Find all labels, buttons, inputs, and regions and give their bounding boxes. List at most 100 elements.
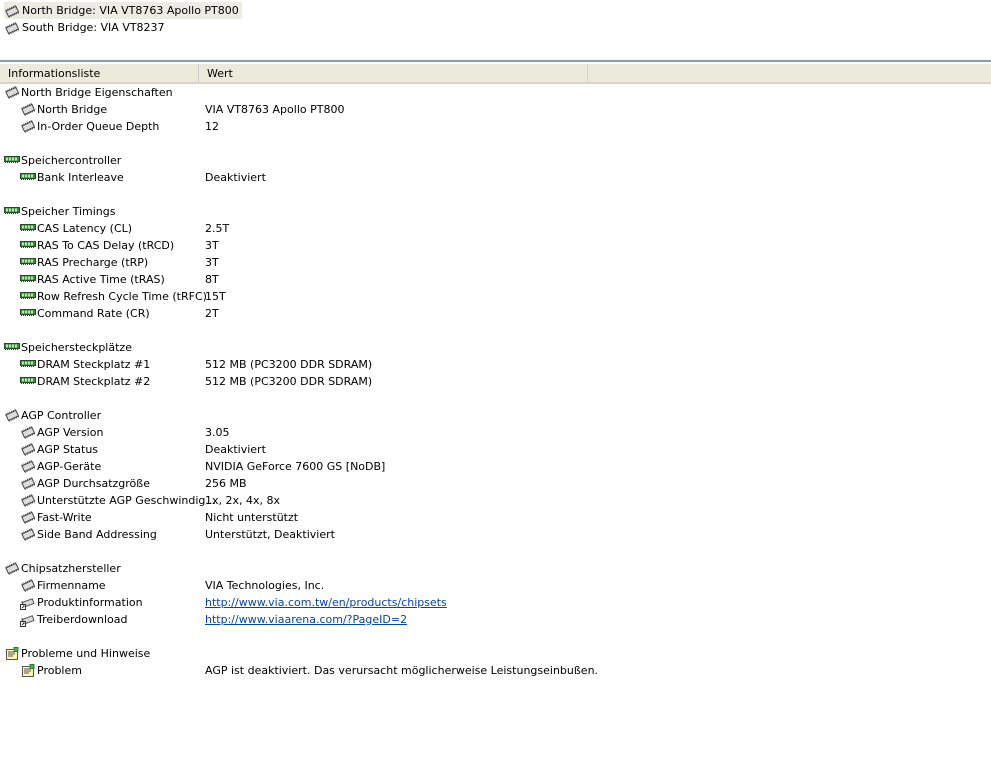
chip-icon <box>20 460 36 473</box>
list-item[interactable]: DRAM Steckplatz #2 512 MB (PC3200 DDR SDR… <box>0 373 991 390</box>
field-label: AGP-Geräte <box>37 460 102 473</box>
list-item[interactable]: Treiberdownload http://www.viaarena.com/?… <box>0 611 991 628</box>
pane-splitter[interactable] <box>0 60 991 62</box>
list-item[interactable]: Produktinformation http://www.via.com.tw/… <box>0 594 991 611</box>
list-item[interactable]: Command Rate (CR) 2T <box>0 305 991 322</box>
link-chip-icon <box>20 613 36 627</box>
chip-icon <box>4 86 20 99</box>
list-item[interactable]: RAS Active Time (tRAS) 8T <box>0 271 991 288</box>
list-item[interactable]: AGP Status Deaktiviert <box>0 441 991 458</box>
list-item[interactable]: CAS Latency (CL) 2.5T <box>0 220 991 237</box>
note-icon <box>20 664 36 678</box>
url-link[interactable]: http://www.viaarena.com/?PageID=2 <box>205 611 407 628</box>
tree-item[interactable]: South Bridge: VIA VT8237 <box>4 19 168 36</box>
url-link[interactable]: http://www.via.com.tw/en/products/chipse… <box>205 594 447 611</box>
tree-item-label: South Bridge: VIA VT8237 <box>22 21 165 34</box>
group-row[interactable]: Speichersteckplätze <box>0 339 991 356</box>
column-header-empty <box>588 64 991 82</box>
group-row[interactable]: Probleme und Hinweise <box>0 645 991 662</box>
field-value: 3.05 <box>205 426 230 439</box>
list-item[interactable]: RAS To CAS Delay (tRCD) 3T <box>0 237 991 254</box>
field-label: Unterstützte AGP Geschwindig... <box>37 494 216 507</box>
field-label: RAS Active Time (tRAS) <box>37 273 165 286</box>
field-value: 512 MB (PC3200 DDR SDRAM) <box>205 375 373 388</box>
group-row[interactable]: Speicher Timings <box>0 203 991 220</box>
field-label: North Bridge <box>37 103 108 116</box>
field-label: RAS To CAS Delay (tRCD) <box>37 239 175 252</box>
field-value: 8T <box>205 273 219 286</box>
field-label: CAS Latency (CL) <box>37 222 133 235</box>
field-value: Deaktiviert <box>205 443 266 456</box>
field-value: Unterstützt, Deaktiviert <box>205 528 335 541</box>
list-item[interactable]: In-Order Queue Depth 12 <box>0 118 991 135</box>
chip-icon <box>20 120 36 133</box>
field-label: AGP Version <box>37 426 104 439</box>
field-label: Bank Interleave <box>37 171 124 184</box>
list-item[interactable]: Bank Interleave Deaktiviert <box>0 169 991 186</box>
tree-item-label: North Bridge: VIA VT8763 Apollo PT800 <box>22 4 239 17</box>
field-label: Side Band Addressing <box>37 528 157 541</box>
field-value: Nicht unterstützt <box>205 511 299 524</box>
chip-icon <box>20 426 36 439</box>
chip-icon <box>4 21 20 35</box>
field-value: 12 <box>205 120 219 133</box>
ram-icon <box>4 205 20 215</box>
field-label: Command Rate (CR) <box>37 307 150 320</box>
chip-icon <box>20 103 36 116</box>
field-label: Row Refresh Cycle Time (tRFC) <box>37 290 207 303</box>
chip-icon <box>20 494 36 507</box>
tree-item[interactable]: North Bridge: VIA VT8763 Apollo PT800 <box>4 2 242 19</box>
chip-icon <box>20 443 36 456</box>
group-row[interactable]: North Bridge Eigenschaften <box>0 84 991 101</box>
chip-icon <box>4 4 20 18</box>
field-label: Produktinformation <box>37 596 143 609</box>
list-item[interactable]: Side Band Addressing Unterstützt, Deaktiv… <box>0 526 991 543</box>
group-row[interactable]: Speichercontroller <box>0 152 991 169</box>
list-item[interactable]: AGP-Geräte NVIDIA GeForce 7600 GS [NoDB] <box>0 458 991 475</box>
field-value: 1x, 2x, 4x, 8x <box>205 494 281 507</box>
list-item[interactable]: North Bridge VIA VT8763 Apollo PT800 <box>0 101 991 118</box>
link-chip-icon <box>20 596 36 610</box>
list-item[interactable]: RAS Precharge (tRP) 3T <box>0 254 991 271</box>
chip-icon <box>20 528 36 541</box>
ram-icon <box>20 307 36 317</box>
ram-icon <box>20 239 36 249</box>
list-item[interactable]: Firmenname VIA Technologies, Inc. <box>0 577 991 594</box>
spacer-row <box>0 135 991 152</box>
list-item[interactable]: Unterstützte AGP Geschwindig... 1x, 2x, 4… <box>0 492 991 509</box>
group-row[interactable]: Chipsatzhersteller <box>0 560 991 577</box>
list-item[interactable]: DRAM Steckplatz #1 512 MB (PC3200 DDR SDR… <box>0 356 991 373</box>
field-value: 15T <box>205 290 226 303</box>
ram-icon <box>20 222 36 232</box>
field-label: Speicher Timings <box>21 205 116 218</box>
field-label: Speichercontroller <box>21 154 122 167</box>
field-value: NVIDIA GeForce 7600 GS [NoDB] <box>205 460 386 473</box>
field-label: Speichersteckplätze <box>21 341 132 354</box>
field-label: RAS Precharge (tRP) <box>37 256 149 269</box>
chip-icon <box>4 562 20 575</box>
field-value: VIA Technologies, Inc. <box>205 579 325 592</box>
ram-icon <box>20 358 36 368</box>
field-value: VIA VT8763 Apollo PT800 <box>205 103 345 116</box>
field-label: Treiberdownload <box>37 613 128 626</box>
field-label: Firmenname <box>37 579 106 592</box>
list-item[interactable]: Fast-Write Nicht unterstützt <box>0 509 991 526</box>
ram-icon <box>20 171 36 181</box>
list-item[interactable]: AGP Version 3.05 <box>0 424 991 441</box>
ram-icon <box>20 290 36 300</box>
ram-icon <box>20 375 36 385</box>
field-label: North Bridge Eigenschaften <box>21 86 173 99</box>
column-header-info[interactable]: Informationsliste <box>0 64 199 82</box>
column-header-value[interactable]: Wert <box>199 64 588 82</box>
list-item[interactable]: Row Refresh Cycle Time (tRFC) 15T <box>0 288 991 305</box>
field-label: In-Order Queue Depth <box>37 120 160 133</box>
list-item[interactable]: Problem AGP ist deaktiviert. Das verursac… <box>0 662 991 679</box>
ram-icon <box>4 154 20 164</box>
group-row[interactable]: AGP Controller <box>0 407 991 424</box>
field-value: 512 MB (PC3200 DDR SDRAM) <box>205 358 373 371</box>
list-item[interactable]: AGP Durchsatzgröße 256 MB <box>0 475 991 492</box>
field-label: Fast-Write <box>37 511 92 524</box>
spacer-row <box>0 628 991 645</box>
chip-icon <box>20 579 36 592</box>
ram-icon <box>4 341 20 351</box>
